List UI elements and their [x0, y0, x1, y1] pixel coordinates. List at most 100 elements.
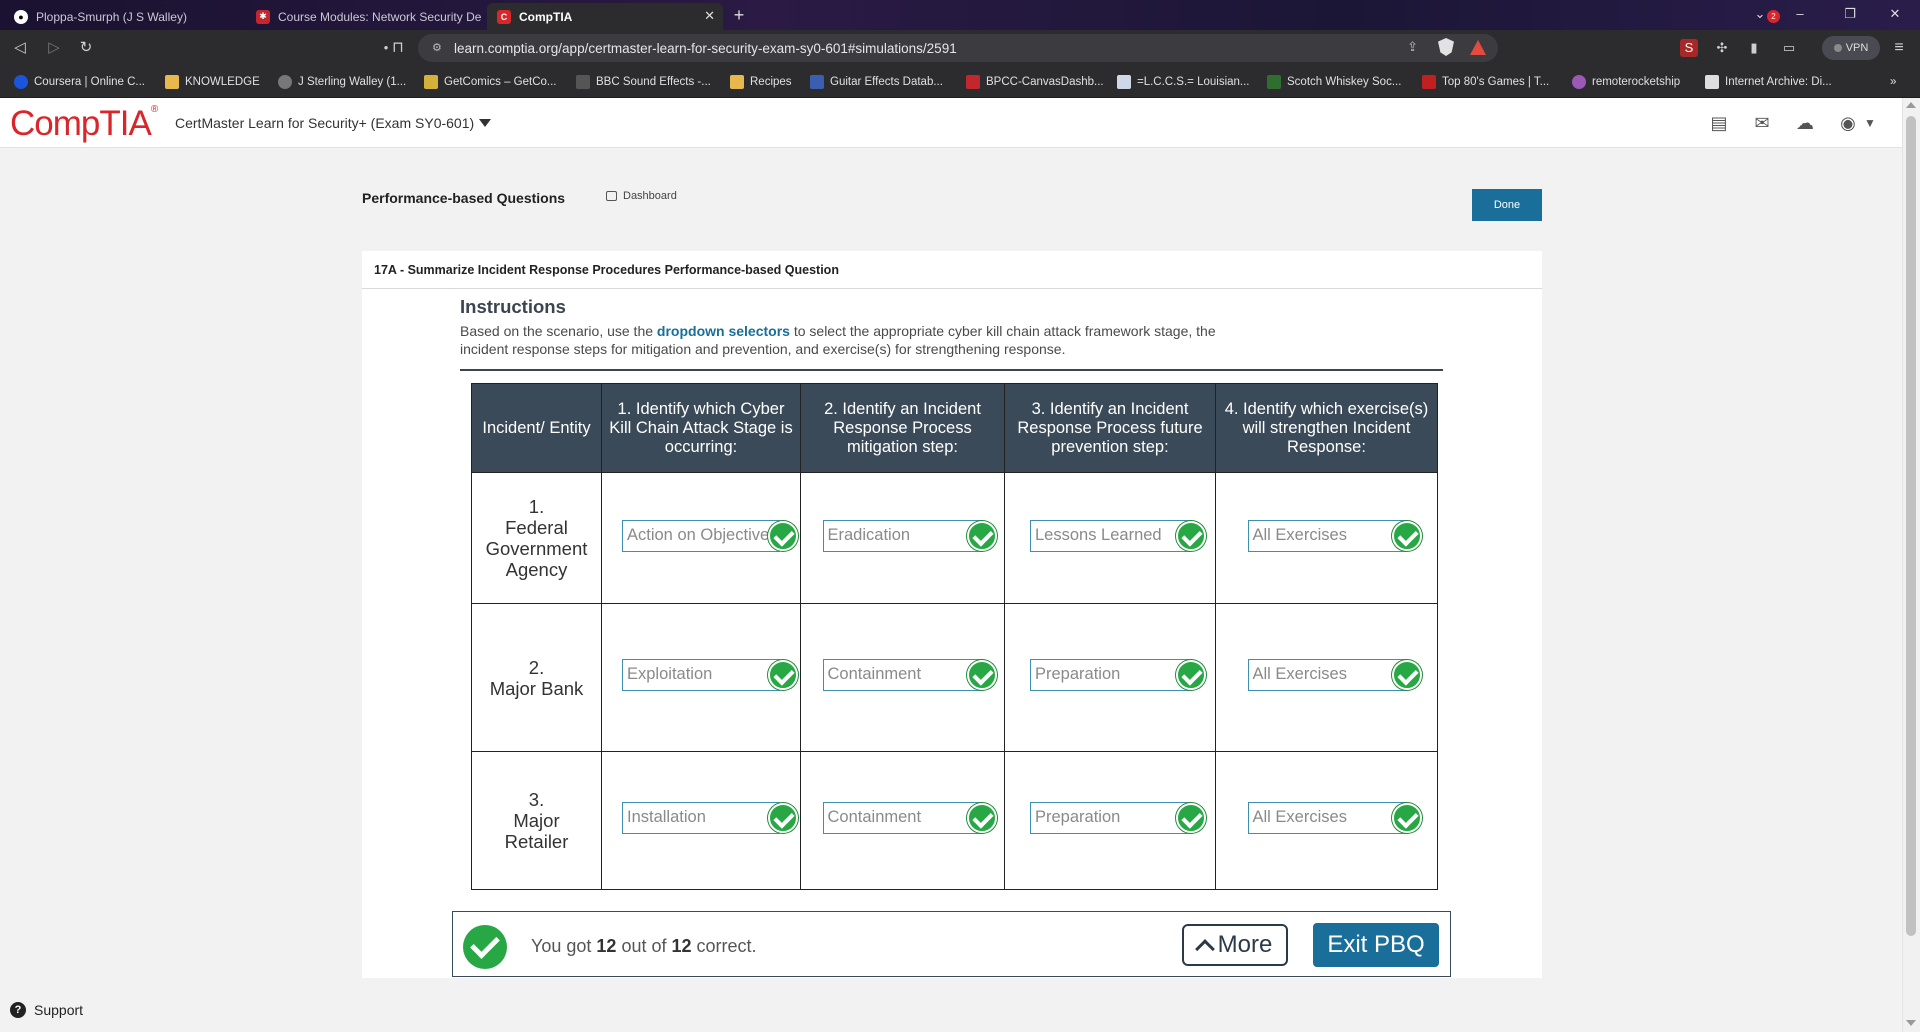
pbq-table: Incident/ Entity 1. Identify which Cyber…	[471, 383, 1438, 890]
exit-pbq-button[interactable]: Exit PBQ	[1313, 923, 1439, 967]
scrollbar-thumb[interactable]	[1906, 116, 1916, 936]
wallet-icon[interactable]: ▭	[1780, 39, 1798, 57]
answer-cell: Preparation	[1004, 603, 1216, 752]
scroll-up-icon[interactable]	[1906, 102, 1916, 108]
cloud-icon[interactable]: ☁	[1793, 112, 1817, 134]
entity-number: 2.	[528, 656, 545, 678]
answer-dropdown[interactable]: Exploitation	[622, 659, 798, 691]
bookmark-item[interactable]: GetComics – GetCo...	[424, 74, 556, 90]
browser-toolbar: ◁ ▷ ↻ ● ⊓ ⚙ learn.comptia.org/app/certma…	[0, 30, 1920, 66]
answer-dropdown[interactable]: Containment	[822, 659, 997, 691]
entity-number: 1.	[528, 496, 545, 517]
dropdown-value[interactable]: All Exercises	[1247, 802, 1406, 834]
bookmark-item[interactable]: Scotch Whiskey Soc...	[1267, 74, 1401, 90]
puzzle-icon[interactable]: ✣	[1713, 39, 1731, 57]
more-button[interactable]: More	[1182, 924, 1288, 966]
dropdown-value[interactable]: Action on Objectives	[622, 519, 780, 552]
answer-dropdown[interactable]: Lessons Learned	[1030, 519, 1206, 552]
entity-cell: 2. Major Bank	[471, 603, 602, 752]
correct-check-icon	[1391, 520, 1422, 551]
back-icon[interactable]: ◁	[10, 38, 30, 58]
score-value: 12	[596, 936, 617, 956]
course-selector[interactable]: CertMaster Learn for Security+ (Exam SY0…	[175, 115, 492, 131]
dropdown-value[interactable]: Installation	[622, 802, 780, 834]
bookmark-item[interactable]: Guitar Effects Datab...	[810, 74, 943, 90]
bookmark-item[interactable]: remoterocketship	[1572, 74, 1680, 90]
coursera-icon	[14, 75, 28, 89]
restore-icon[interactable]: ❐	[1835, 6, 1865, 22]
dropdown-value[interactable]: All Exercises	[1247, 519, 1406, 552]
new-tab-button[interactable]: +	[727, 4, 751, 26]
url-text: learn.comptia.org/app/certmaster-learn-f…	[454, 40, 957, 56]
answer-dropdown[interactable]: Preparation	[1030, 659, 1206, 691]
bookmark-label: Recipes	[750, 76, 792, 88]
answer-dropdown[interactable]: Eradication	[822, 519, 997, 552]
bookmark-label: Scotch Whiskey Soc...	[1287, 76, 1402, 88]
tab-github[interactable]: ● Ploppa-Smurph (J S Walley)	[4, 3, 244, 30]
dropdown-value[interactable]: All Exercises	[1247, 659, 1406, 691]
table-row: 2. Major Bank Exploitation Containment Pr…	[471, 603, 1438, 752]
dropdown-value[interactable]: Exploitation	[622, 659, 780, 691]
answer-dropdown[interactable]: Preparation	[1030, 802, 1206, 834]
answer-dropdown[interactable]: Containment	[822, 802, 997, 834]
bookmark-item[interactable]: Coursera | Online C...	[14, 74, 145, 90]
answer-dropdown[interactable]: All Exercises	[1247, 659, 1422, 691]
sidebar-icon[interactable]: ▮	[1745, 39, 1763, 57]
user-account-icon[interactable]: ◉	[1836, 112, 1860, 134]
tab-title: CompTIA	[519, 9, 573, 24]
tab-comptia[interactable]: C CompTIA ✕	[487, 3, 723, 30]
table-header-row: Incident/ Entity 1. Identify which Cyber…	[471, 383, 1438, 473]
window-close-icon[interactable]: ✕	[1880, 6, 1910, 22]
correct-check-icon	[1391, 660, 1422, 690]
support-link[interactable]: ? Support	[10, 1002, 83, 1018]
minimize-icon[interactable]: –	[1785, 6, 1815, 21]
answer-cell: Installation	[601, 751, 801, 890]
bookmark-item[interactable]: BPCC-CanvasDashb...	[966, 74, 1104, 90]
bookmark-item[interactable]: BBC Sound Effects -...	[576, 74, 711, 90]
dropdown-value[interactable]: Lessons Learned	[1030, 519, 1190, 552]
answer-dropdown[interactable]: Installation	[622, 802, 798, 834]
bookmark-folder[interactable]: KNOWLEDGE	[165, 74, 260, 90]
answer-dropdown[interactable]: Action on Objectives	[622, 519, 798, 552]
scroll-down-icon[interactable]	[1906, 1020, 1916, 1026]
reload-icon[interactable]: ↻	[76, 38, 96, 58]
chevron-down-icon[interactable]: ▼	[1858, 112, 1882, 134]
mail-icon[interactable]: ✉	[1750, 112, 1774, 134]
answer-cell: Containment	[800, 751, 1005, 890]
bookmark-item[interactable]: Top 80's Games | T...	[1422, 74, 1549, 90]
brave-shield-icon[interactable]	[1438, 38, 1454, 56]
brave-rewards-icon[interactable]	[1470, 40, 1486, 55]
dropdown-value[interactable]: Eradication	[822, 519, 983, 552]
archive-icon	[1705, 75, 1719, 89]
bookmark-item[interactable]: =L.C.C.S.= Louisian...	[1117, 74, 1250, 90]
answer-dropdown[interactable]: All Exercises	[1247, 802, 1422, 834]
answer-dropdown[interactable]: All Exercises	[1247, 519, 1422, 552]
support-label: Support	[34, 1002, 84, 1018]
dashboard-link[interactable]: Dashboard	[606, 190, 677, 202]
answer-cell: Eradication	[800, 472, 1005, 604]
menu-icon[interactable]: ≡	[1890, 39, 1908, 57]
dropdown-value[interactable]: Preparation	[1030, 659, 1190, 691]
vpn-button[interactable]: VPN	[1822, 36, 1880, 60]
bookmark-folder[interactable]: Recipes	[730, 74, 792, 90]
dropdown-value[interactable]: Containment	[822, 802, 983, 834]
dropdown-value[interactable]: Preparation	[1030, 802, 1190, 834]
share-icon[interactable]: ⇪	[1407, 39, 1418, 55]
dropdown-value[interactable]: Containment	[822, 659, 983, 691]
comptia-logo[interactable]: CompTIA®	[10, 104, 158, 144]
bookmark-item[interactable]: J Sterling Walley (1...	[278, 74, 406, 90]
extension-icon[interactable]: S	[1680, 39, 1698, 57]
bookmarks-overflow[interactable]: »	[1890, 74, 1896, 90]
close-icon[interactable]: ✕	[704, 8, 715, 24]
bookmark-item[interactable]: Internet Archive: Di...	[1705, 74, 1832, 90]
bookmark-icon[interactable]: ⊓	[388, 38, 408, 58]
forward-icon[interactable]: ▷	[44, 38, 64, 58]
address-bar[interactable]: ⚙ learn.comptia.org/app/certmaster-learn…	[418, 34, 1498, 62]
column-header: 3. Identify an Incident Response Process…	[1004, 383, 1216, 473]
tab-canvas[interactable]: ✱ Course Modules: Network Security De	[246, 3, 486, 30]
notes-icon[interactable]: ▤	[1707, 112, 1731, 134]
site-info-icon[interactable]: ⚙	[432, 41, 442, 54]
done-button[interactable]: Done	[1472, 189, 1542, 221]
column-header: 2. Identify an Incident Response Process…	[800, 383, 1005, 473]
canvas-icon	[966, 75, 980, 89]
